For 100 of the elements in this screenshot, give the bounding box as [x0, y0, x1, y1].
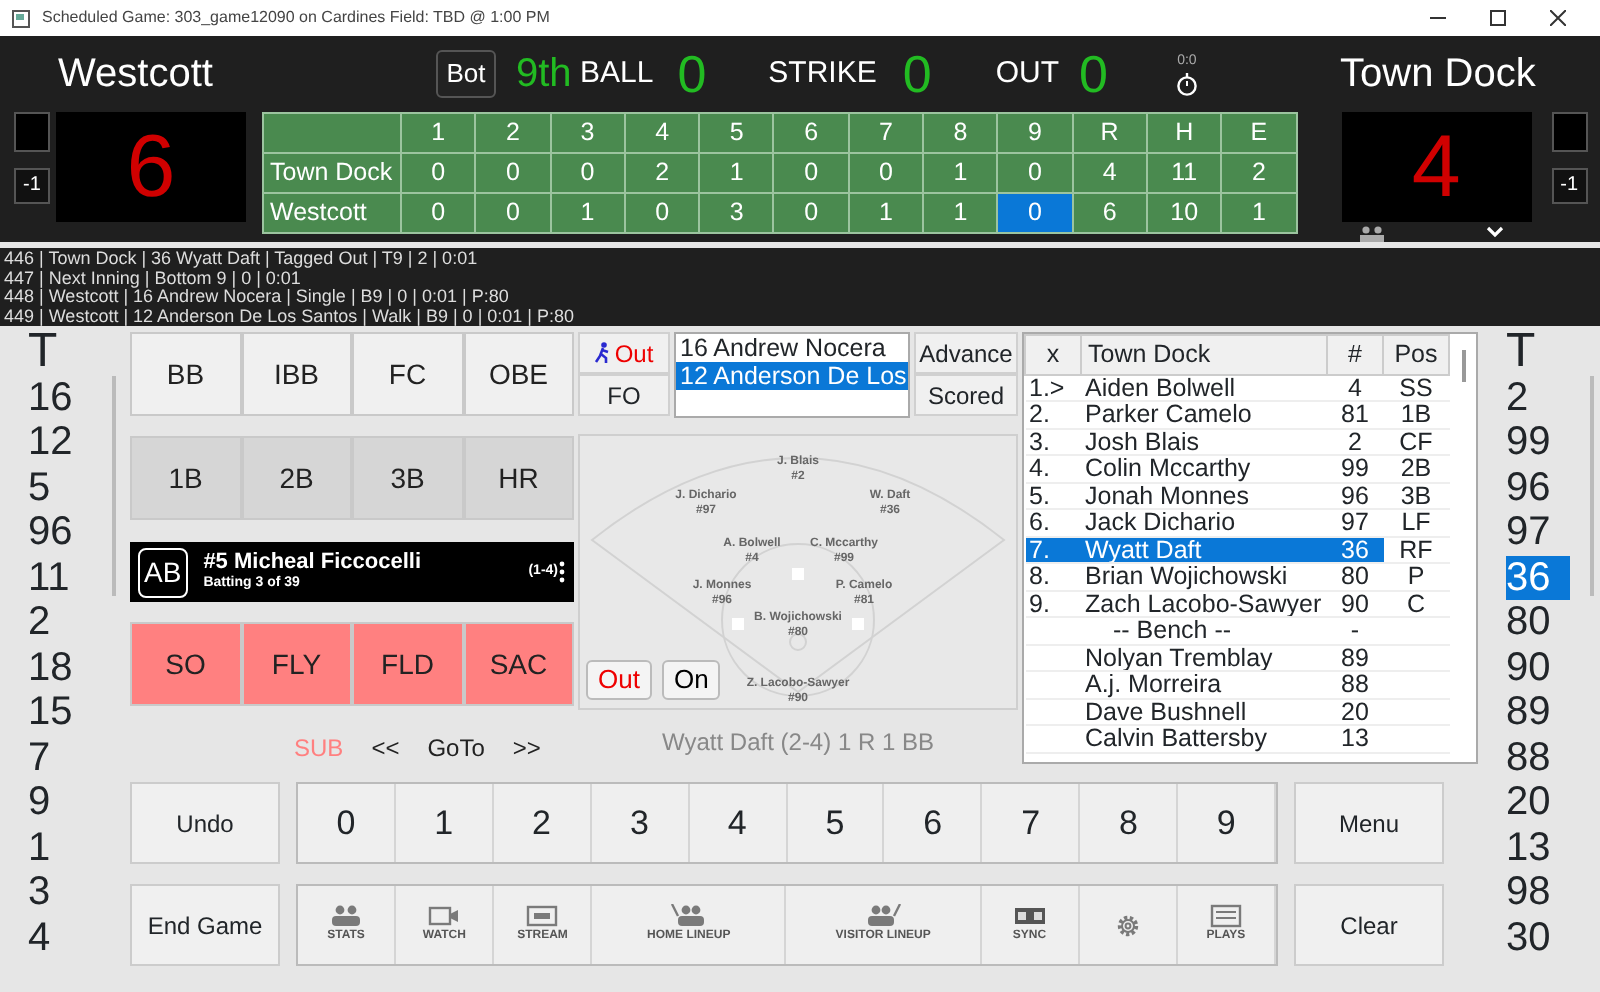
column-header[interactable]: #: [1327, 335, 1383, 375]
half-inning-button[interactable]: Bot: [436, 50, 496, 98]
maximize-icon[interactable]: [1490, 10, 1506, 26]
player-number[interactable]: 20: [1506, 780, 1600, 825]
stopwatch-icon[interactable]: [1175, 72, 1198, 97]
close-icon[interactable]: [1550, 10, 1566, 26]
player-number[interactable]: 88: [1506, 735, 1600, 780]
column-header[interactable]: Pos: [1383, 335, 1449, 375]
play-button[interactable]: FC: [352, 332, 463, 416]
people-icon[interactable]: [1357, 226, 1386, 242]
player-number[interactable]: 96: [1506, 465, 1600, 510]
chevron-down-icon[interactable]: [1485, 226, 1504, 238]
next-link[interactable]: >>: [512, 730, 541, 766]
advance-button[interactable]: Advance: [914, 332, 1018, 374]
score-cell[interactable]: 0: [550, 153, 625, 193]
score-cell[interactable]: 1: [848, 193, 924, 233]
play-button[interactable]: 1B: [130, 436, 241, 520]
score-cell[interactable]: 0: [773, 153, 849, 193]
player-number[interactable]: 12: [28, 420, 122, 465]
table-cell[interactable]: -- Bench --: [1081, 617, 1327, 645]
play-button[interactable]: FLD: [352, 622, 463, 706]
undo-button[interactable]: Undo: [130, 782, 280, 864]
player-number[interactable]: 3: [28, 870, 122, 915]
score-cell[interactable]: 4: [1072, 153, 1147, 193]
score-cell[interactable]: 2: [1221, 153, 1297, 193]
score-cell[interactable]: 1: [699, 153, 774, 193]
player-number[interactable]: 89: [1506, 690, 1600, 735]
on-button[interactable]: On: [662, 660, 721, 700]
play-button[interactable]: SAC: [463, 622, 574, 706]
table-cell[interactable]: Dave Bushnell: [1081, 698, 1327, 726]
player-number[interactable]: 97: [1506, 510, 1600, 555]
out-button[interactable]: Out: [578, 332, 670, 374]
player-number[interactable]: 2: [28, 600, 122, 645]
score-cell[interactable]: 1: [550, 193, 625, 233]
score-cell[interactable]: 0: [848, 153, 924, 193]
table-cell[interactable]: Jack Dichario: [1081, 509, 1327, 537]
table-cell[interactable]: Parker Camelo: [1081, 401, 1327, 429]
list-item[interactable]: 16 Andrew Nocera: [676, 334, 908, 362]
score-cell[interactable]: 0: [773, 193, 849, 233]
player-number[interactable]: 1: [28, 825, 122, 870]
player-number[interactable]: 11: [28, 555, 122, 600]
score-cell[interactable]: 1: [1221, 193, 1297, 233]
goto-link[interactable]: GoTo: [427, 730, 485, 766]
player-number[interactable]: 99: [1506, 420, 1600, 465]
more-icon[interactable]: [558, 560, 566, 584]
player-number[interactable]: 90: [1506, 645, 1600, 690]
score-cell[interactable]: 10: [1146, 193, 1222, 233]
play-button[interactable]: 2B: [241, 436, 352, 520]
play-button[interactable]: IBB: [241, 332, 352, 416]
score-cell[interactable]: 0: [475, 153, 551, 193]
fo-button[interactable]: FO: [578, 374, 670, 416]
player-number[interactable]: 9: [28, 780, 122, 825]
list-item[interactable]: 12 Anderson De Los: [676, 362, 908, 390]
scrollbar[interactable]: [1462, 350, 1466, 382]
score-cell[interactable]: 6: [1072, 193, 1147, 233]
player-number[interactable]: 2: [1506, 375, 1600, 420]
player-number[interactable]: 30: [1506, 915, 1600, 960]
player-number[interactable]: 7: [28, 735, 122, 780]
menu-button[interactable]: Menu: [1294, 782, 1444, 864]
player-number[interactable]: 5: [28, 465, 122, 510]
scrollbar[interactable]: [112, 376, 116, 596]
play-button[interactable]: SO: [130, 622, 241, 706]
runner-list[interactable]: 16 Andrew Nocera 12 Anderson De Los: [674, 332, 910, 418]
player-number[interactable]: 16: [28, 375, 122, 420]
player-number[interactable]: 4: [28, 915, 122, 960]
score-cell[interactable]: 11: [1146, 153, 1222, 193]
player-number[interactable]: 36: [1506, 555, 1571, 600]
play-button[interactable]: 3B: [352, 436, 463, 520]
score-cell[interactable]: 0: [401, 153, 476, 193]
scrollbar[interactable]: [1590, 376, 1594, 596]
player-number[interactable]: 15: [28, 690, 122, 735]
minus-button[interactable]: -1: [14, 168, 50, 204]
clear-button[interactable]: Clear: [1294, 884, 1444, 966]
score-cell[interactable]: 2: [624, 153, 700, 193]
previous-link[interactable]: <<: [371, 730, 400, 766]
out-button[interactable]: Out: [586, 660, 652, 700]
player-number[interactable]: 80: [1506, 600, 1600, 645]
scored-button[interactable]: Scored: [914, 374, 1018, 416]
play-button[interactable]: BB: [130, 332, 241, 416]
table-cell[interactable]: Josh Blais: [1081, 428, 1327, 456]
table-cell[interactable]: Aiden Bolwell: [1081, 374, 1327, 402]
minus-button[interactable]: -1: [1551, 168, 1588, 204]
player-number[interactable]: 98: [1506, 870, 1600, 915]
score-cell[interactable]: 0: [997, 193, 1073, 233]
player-number[interactable]: 96: [28, 510, 122, 555]
score-cell[interactable]: 0: [401, 193, 476, 233]
player-number[interactable]: 13: [1506, 825, 1600, 870]
play-button[interactable]: HR: [463, 436, 574, 520]
table-cell[interactable]: Jonah Monnes: [1081, 482, 1327, 510]
end-game-button[interactable]: End Game: [130, 884, 280, 966]
score-cell[interactable]: 1: [923, 153, 998, 193]
play-button[interactable]: FLY: [241, 622, 352, 706]
score-cell[interactable]: 0: [624, 193, 700, 233]
column-header: R: [1072, 113, 1147, 153]
column-header[interactable]: Town Dock: [1081, 335, 1327, 375]
play-button[interactable]: OBE: [463, 332, 574, 416]
score-cell[interactable]: 3: [699, 193, 774, 233]
score-cell[interactable]: 0: [475, 193, 551, 233]
player-number[interactable]: 18: [28, 645, 122, 690]
column-header[interactable]: x: [1025, 335, 1081, 375]
